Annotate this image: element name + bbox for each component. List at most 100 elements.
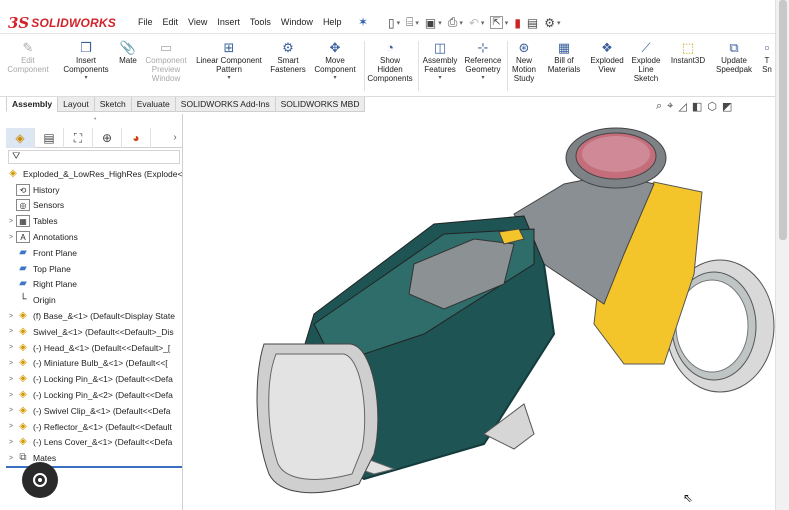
tree-root[interactable]: ◈ Exploded_&_LowRes_HighRes (Explode<D: [6, 166, 183, 182]
move-component-button[interactable]: ✥ Move Component ▾: [309, 35, 361, 97]
select-icon[interactable]: ⇱: [490, 16, 503, 29]
expand-icon[interactable]: >: [6, 218, 16, 225]
pin-icon[interactable]: ✶: [358, 15, 368, 29]
reference-geometry-button[interactable]: ⊹ Reference Geometry ▾: [461, 35, 505, 97]
tab-evaluate[interactable]: Evaluate: [130, 97, 176, 112]
tree-item-front-plane[interactable]: ▰ Front Plane: [6, 245, 183, 261]
save-icon[interactable]: ▣: [425, 16, 436, 30]
section-view-icon[interactable]: ◧: [692, 100, 702, 113]
expand-icon[interactable]: >: [6, 407, 16, 414]
chevron-down-icon[interactable]: ▾: [333, 74, 336, 82]
new-document-icon[interactable]: ▯: [388, 16, 395, 30]
show-hidden-components-button[interactable]: ◔ Show Hidden Components: [365, 35, 415, 97]
expand-icon[interactable]: >: [6, 439, 16, 446]
tree-item-origin[interactable]: └ Origin: [6, 292, 183, 308]
expand-icon[interactable]: >: [6, 234, 16, 241]
chevron-down-icon[interactable]: ▾: [481, 74, 484, 82]
chevron-down-icon[interactable]: ▾: [227, 74, 230, 82]
tree-item-right-plane[interactable]: ▰ Right Plane: [6, 277, 183, 293]
property-manager-tab-icon[interactable]: ▤: [35, 128, 64, 148]
tree-item-tables[interactable]: > ▦ Tables: [6, 213, 183, 229]
tree-item-base[interactable]: > ◈ (f) Base_&<1> (Default<Display State: [6, 308, 183, 324]
menu-tools[interactable]: Tools: [245, 17, 276, 27]
chevron-down-icon[interactable]: ▾: [557, 19, 561, 27]
tree-item-head[interactable]: > ◈ (-) Head_&<1> (Default<<Default>_[: [6, 340, 183, 356]
tab-addins[interactable]: SOLIDWORKS Add-Ins: [174, 97, 276, 112]
tab-sketch[interactable]: Sketch: [93, 97, 132, 112]
tab-assembly[interactable]: Assembly: [6, 97, 59, 112]
print-icon[interactable]: ⎙: [448, 15, 458, 30]
chevron-down-icon[interactable]: ▾: [505, 19, 509, 27]
undo-icon[interactable]: ↶: [469, 16, 479, 30]
graphics-area[interactable]: [184, 114, 775, 510]
file-properties-icon[interactable]: ▤: [527, 16, 538, 30]
tree-filter[interactable]: ⛛: [8, 150, 180, 164]
bill-of-materials-button[interactable]: ▦ Bill of Materials: [544, 35, 584, 97]
update-speedpak-button[interactable]: ⧉ Update Speedpak: [713, 35, 755, 97]
exploded-view-button[interactable]: ❖ Exploded View: [587, 35, 627, 97]
tab-layout[interactable]: Layout: [57, 97, 95, 112]
menu-insert[interactable]: Insert: [212, 17, 245, 27]
chevron-down-icon[interactable]: ▾: [438, 19, 442, 27]
tree-item-sensors[interactable]: ◎ Sensors: [6, 198, 183, 214]
flashlight-assembly-model[interactable]: [184, 114, 775, 510]
tree-item-swivel-clip[interactable]: > ◈ (-) Swivel Clip_&<1> (Default<<Defa: [6, 403, 183, 419]
lens-icon[interactable]: [22, 462, 58, 498]
expand-icon[interactable]: >: [6, 328, 16, 335]
expand-icon[interactable]: >: [6, 344, 16, 351]
tree-item-top-plane[interactable]: ▰ Top Plane: [6, 261, 183, 277]
expand-icon[interactable]: >: [6, 376, 16, 383]
expand-icon[interactable]: >: [6, 313, 16, 320]
mate-button[interactable]: 📎 Mate: [114, 35, 142, 97]
tree-item-reflector[interactable]: > ◈ (-) Reflector_&<1> (Default<<Default: [6, 419, 183, 435]
tree-item-history[interactable]: ⟲ History: [6, 182, 183, 198]
take-snapshot-button[interactable]: ▫ T Sn: [759, 35, 775, 97]
expand-icon[interactable]: >: [6, 423, 16, 430]
tree-item-miniature-bulb[interactable]: > ◈ (-) Miniature Bulb_&<1> (Default<<[: [6, 356, 183, 372]
menu-view[interactable]: View: [183, 17, 212, 27]
smart-fasteners-button[interactable]: ⚙ Smart Fasteners: [268, 35, 308, 97]
zoom-to-area-icon[interactable]: ⌖: [667, 100, 673, 113]
expand-icon[interactable]: >: [6, 360, 16, 367]
tree-item-locking-pin-1[interactable]: > ◈ (-) Locking Pin_&<1> (Default<<Defa: [6, 371, 183, 387]
zoom-to-fit-icon[interactable]: ⌕: [656, 100, 662, 113]
solidworks-logo[interactable]: 3S SOLIDWORKS: [8, 13, 116, 33]
chevron-down-icon[interactable]: ▾: [438, 74, 441, 82]
tree-item-lens-cover[interactable]: > ◈ (-) Lens Cover_&<1> (Default<<Defa: [6, 435, 183, 451]
rebuild-icon[interactable]: ▮: [514, 16, 521, 30]
tree-item-annotations[interactable]: > A Annotations: [6, 229, 183, 245]
explode-line-sketch-button[interactable]: ⟋ Explode Line Sketch: [627, 35, 665, 97]
configuration-manager-tab-icon[interactable]: ⛶: [64, 128, 93, 148]
chevron-down-icon[interactable]: ▾: [459, 19, 463, 27]
display-style-icon[interactable]: ◩: [722, 100, 732, 113]
instant3d-button[interactable]: ⬚ Instant3D: [667, 35, 709, 97]
panel-grip[interactable]: •: [94, 116, 96, 123]
menu-file[interactable]: File: [133, 17, 158, 27]
new-motion-study-button[interactable]: ⊛ New Motion Study: [507, 35, 541, 97]
chevron-right-icon[interactable]: ›: [168, 128, 182, 147]
expand-icon[interactable]: >: [6, 455, 16, 462]
chevron-down-icon[interactable]: ▾: [415, 19, 419, 27]
insert-components-button[interactable]: ❒ Insert Components ▾: [56, 35, 116, 97]
component-preview-window-button[interactable]: ▭ Component Preview Window: [142, 35, 190, 97]
menu-window[interactable]: Window: [276, 17, 318, 27]
view-orientation-icon[interactable]: ⬡: [707, 100, 717, 113]
display-manager-tab-icon[interactable]: ◕: [122, 128, 151, 148]
menu-edit[interactable]: Edit: [158, 17, 184, 27]
scrollbar-thumb[interactable]: [779, 0, 787, 240]
options-gear-icon[interactable]: ⚙: [544, 16, 555, 30]
tab-mbd[interactable]: SOLIDWORKS MBD: [274, 97, 366, 112]
vertical-scrollbar[interactable]: [775, 0, 789, 510]
tree-item-locking-pin-2[interactable]: > ◈ (-) Locking Pin_&<2> (Default<<Defa: [6, 387, 183, 403]
assembly-features-button[interactable]: ◫ Assembly Features ▾: [419, 35, 461, 97]
expand-icon[interactable]: >: [6, 392, 16, 399]
previous-view-icon[interactable]: ◿: [678, 100, 686, 113]
menu-help[interactable]: Help: [318, 17, 347, 27]
dimxpert-tab-icon[interactable]: ⊕: [93, 128, 122, 148]
feature-manager-tab-icon[interactable]: ◈: [6, 128, 35, 148]
open-icon[interactable]: ⌸: [406, 15, 413, 30]
tree-item-swivel[interactable]: > ◈ Swivel_&<1> (Default<<Default>_Dis: [6, 324, 183, 340]
chevron-down-icon[interactable]: ▾: [397, 19, 401, 27]
chevron-down-icon[interactable]: ▾: [481, 19, 485, 27]
edit-component-button[interactable]: ✎ Edit Component: [6, 35, 50, 97]
